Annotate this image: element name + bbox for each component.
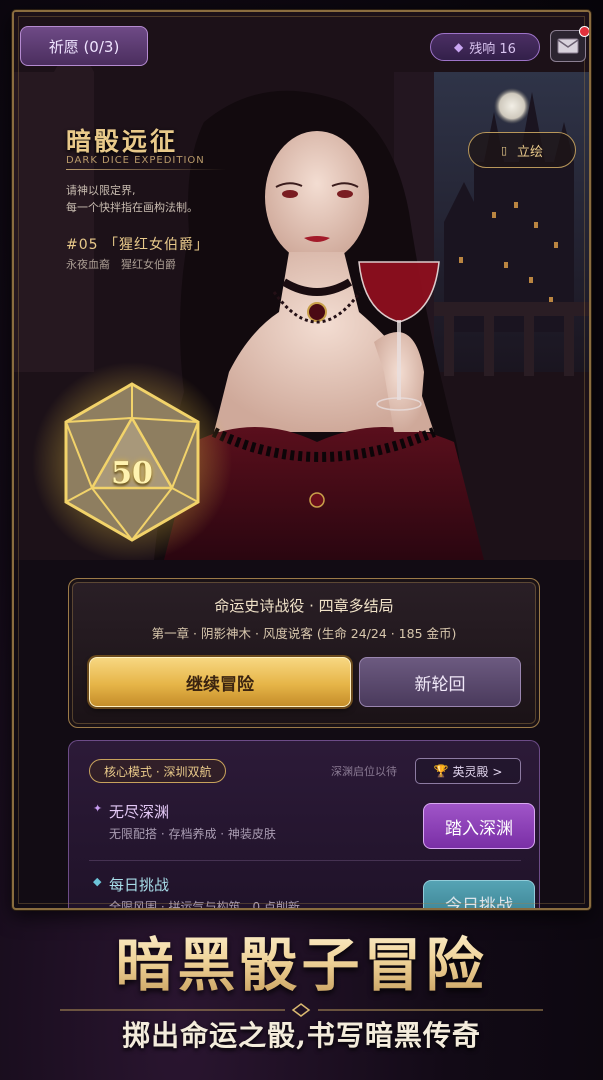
title-divider xyxy=(66,169,226,170)
envelope-icon xyxy=(557,38,579,54)
promo-title: 暗黑骰子冒险 xyxy=(0,918,603,1002)
wish-button[interactable]: 祈愿 (0/3) xyxy=(20,26,148,66)
dice-value: 50 xyxy=(111,456,153,491)
portrait-icon: ▯ xyxy=(500,143,508,157)
trophy-icon: 🏆 xyxy=(433,764,449,778)
character-number: #05 「猩红女伯爵」 xyxy=(66,237,209,253)
continue-adventure-button[interactable]: 继续冒险 xyxy=(89,657,351,707)
hero-description: 请神以限定界, 每一个快拌指在画构法制。 xyxy=(66,182,256,216)
echo-count: 残响 16 xyxy=(469,41,516,57)
modes-panel: 核心模式 · 深圳双航 深渊启位以待 🏆 英灵殿 > ✦ 无尽深渊 无限配搭 ·… xyxy=(68,740,540,910)
new-cycle-button[interactable]: 新轮回 xyxy=(359,657,521,707)
campaign-progress: 第一章 · 阴影神木 · 风度说客 (生命 24/24 · 185 金币) xyxy=(151,626,457,641)
gem-icon: ◆ xyxy=(454,40,464,54)
promo-subtitle: 掷出命运之骰,书写暗黑传奇 xyxy=(122,1019,481,1052)
mode-description: 全限风围 · 拼运气与构筑 0 点削新 xyxy=(109,900,300,910)
character-subtitle: 永夜血裔 猩红女伯爵 xyxy=(66,258,176,271)
campaign-panel: 命运史诗战役 · 四章多结局 第一章 · 阴影神木 · 风度说客 (生命 24/… xyxy=(68,578,540,728)
core-mode-badge: 核心模式 · 深圳双航 xyxy=(89,759,227,783)
mode-description: 无限配搭 · 存档养成 · 神装皮肤 xyxy=(109,827,276,841)
campaign-title: 命运史诗战役 · 四章多结局 xyxy=(214,597,394,615)
hero-title: 暗骰远征 xyxy=(66,127,179,156)
device-frame: 祈愿 (0/3) ◆ 残响 16 暗骰远征 DARK DICE EXPEDITI… xyxy=(12,10,591,910)
hall-of-heroes-button[interactable]: 🏆 英灵殿 > xyxy=(415,758,521,784)
hero-subtitle-en: DARK DICE EXPEDITION xyxy=(66,155,205,166)
hero-illustration xyxy=(14,12,589,560)
desc-line-1: 请神以限定界, xyxy=(66,184,136,197)
seat-status-text: 深渊启位以待 xyxy=(331,765,397,778)
sparkle-icon: ✦ xyxy=(93,802,103,815)
row-divider xyxy=(89,860,521,861)
notification-dot xyxy=(579,26,589,37)
mode-name: 每日挑战 xyxy=(109,876,170,894)
enter-abyss-button[interactable]: 踏入深渊 xyxy=(423,803,535,849)
hall-label: 英灵殿 > xyxy=(452,764,503,779)
echo-currency-badge[interactable]: ◆ 残响 16 xyxy=(430,33,540,61)
app-screen: 祈愿 (0/3) ◆ 残响 16 暗骰远征 DARK DICE EXPEDITI… xyxy=(0,0,603,1080)
desc-line-2: 每一个快拌指在画构法制。 xyxy=(66,201,198,214)
daily-challenge-button[interactable]: 今日挑战 xyxy=(423,880,535,908)
sparkle-icon: ◆ xyxy=(93,875,102,888)
hero-artwork: 祈愿 (0/3) ◆ 残响 16 暗骰远征 DARK DICE EXPEDITI… xyxy=(14,12,589,560)
mail-button[interactable] xyxy=(550,26,589,62)
mode-name: 无尽深渊 xyxy=(109,803,170,821)
portrait-button[interactable]: ▯ 立绘 xyxy=(468,132,576,168)
portrait-label: 立绘 xyxy=(517,144,544,160)
